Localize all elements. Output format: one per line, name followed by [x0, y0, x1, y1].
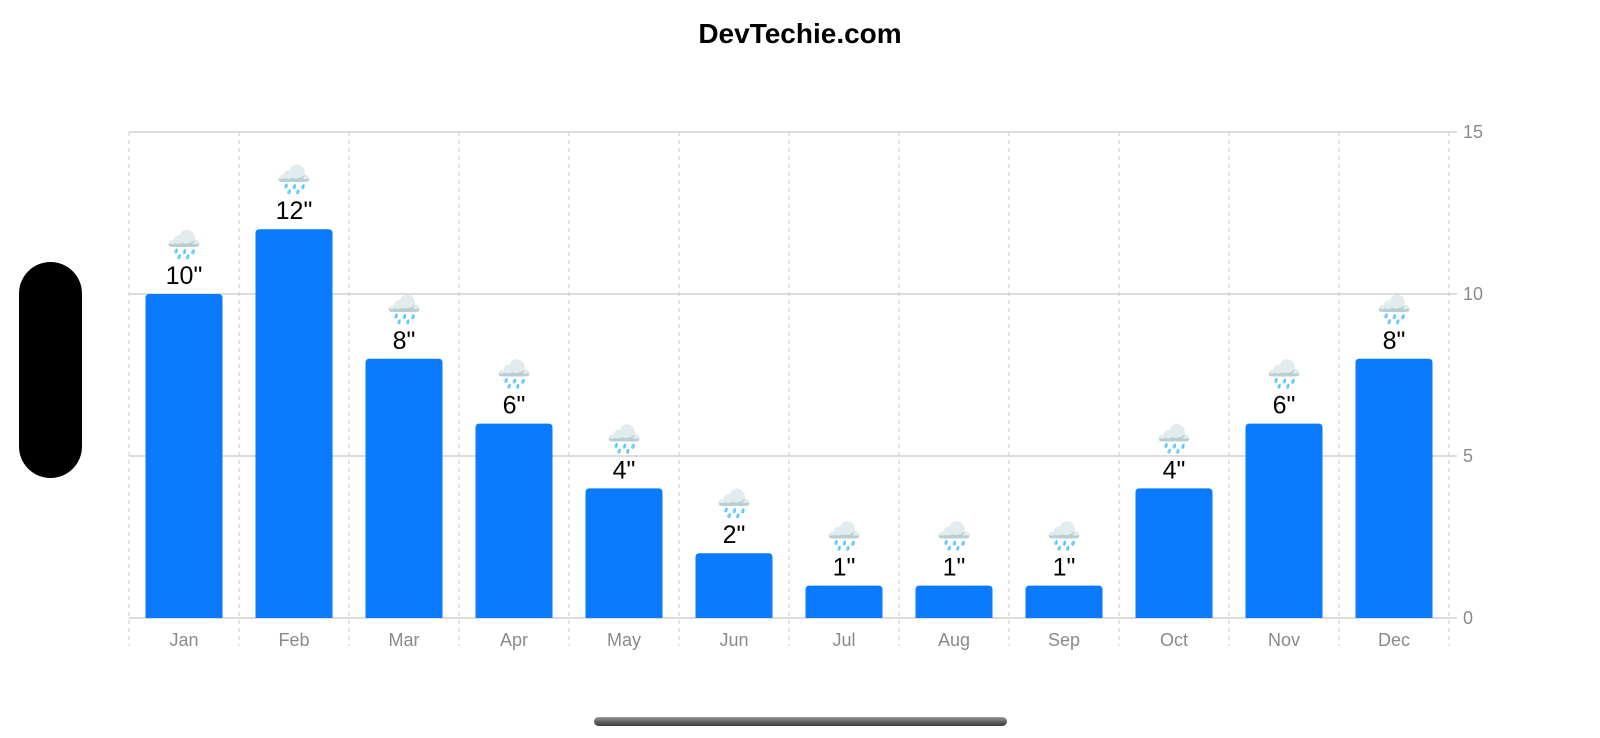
x-tick-label: Nov: [1268, 630, 1300, 650]
x-tick-label: Mar: [389, 630, 420, 650]
value-label: 4": [1163, 456, 1186, 484]
cloud-with-rain-icon: 🌧️: [1157, 421, 1192, 455]
bar-jan: [145, 294, 223, 618]
value-label: 4": [613, 456, 636, 484]
bar-sep: [1025, 585, 1103, 618]
home-indicator[interactable]: [594, 717, 1007, 726]
x-tick-label: Dec: [1378, 630, 1410, 650]
bar-feb: [255, 229, 333, 618]
cloud-with-rain-icon: 🌧️: [607, 421, 642, 455]
x-tick-label: Jun: [719, 630, 748, 650]
x-tick-label: Jul: [832, 630, 855, 650]
x-tick-label: May: [607, 630, 641, 650]
cloud-with-rain-icon: 🌧️: [1047, 519, 1082, 553]
bar-apr: [475, 423, 553, 618]
bar-dec: [1355, 358, 1433, 618]
cloud-with-rain-icon: 🌧️: [717, 486, 752, 520]
cloud-with-rain-icon: 🌧️: [937, 519, 972, 553]
cloud-with-rain-icon: 🌧️: [167, 227, 202, 261]
bar-aug: [915, 585, 993, 618]
value-label: 6": [1273, 392, 1296, 420]
bar-mar: [365, 358, 443, 618]
bar-nov: [1245, 423, 1323, 618]
x-tick-label: Feb: [278, 630, 309, 650]
x-tick-label: Apr: [500, 630, 528, 650]
value-label: 1": [833, 554, 856, 582]
y-tick-label: 10: [1463, 284, 1483, 304]
value-label: 1": [1053, 554, 1076, 582]
cloud-with-rain-icon: 🌧️: [387, 292, 422, 326]
y-tick-label: 15: [1463, 122, 1483, 142]
value-label: 6": [503, 392, 526, 420]
cloud-with-rain-icon: 🌧️: [277, 162, 312, 196]
y-tick-label: 0: [1463, 608, 1473, 628]
cloud-with-rain-icon: 🌧️: [1267, 357, 1302, 391]
value-label: 1": [943, 554, 966, 582]
chart-screen: DevTechie.com 10" 🌧️ 12" 🌧️ 8" 🌧️ 6" 🌧️ 4" 🌧️ 2" 🌧️…: [0, 0, 1600, 738]
value-label: 8": [1383, 327, 1406, 355]
value-label: 2": [723, 521, 746, 549]
x-tick-label: Aug: [938, 630, 970, 650]
bar-jun: [695, 553, 773, 618]
cloud-with-rain-icon: 🌧️: [827, 519, 862, 553]
y-tick-label: 5: [1463, 446, 1473, 466]
cloud-with-rain-icon: 🌧️: [497, 357, 532, 391]
value-label: 12": [276, 197, 313, 225]
x-tick-label: Jan: [169, 630, 198, 650]
x-tick-label: Sep: [1048, 630, 1080, 650]
cloud-with-rain-icon: 🌧️: [1377, 292, 1412, 326]
value-label: 10": [166, 262, 203, 290]
bar-chart: 10"🌧️12"🌧️8"🌧️6"🌧️4"🌧️2"🌧️1"🌧️1"🌧️1"🌧️4"…: [128, 122, 1483, 650]
value-label: 8": [393, 327, 416, 355]
bar-jul: [805, 585, 883, 618]
bar-oct: [1135, 488, 1213, 618]
x-tick-label: Oct: [1160, 630, 1188, 650]
bar-may: [585, 488, 663, 618]
